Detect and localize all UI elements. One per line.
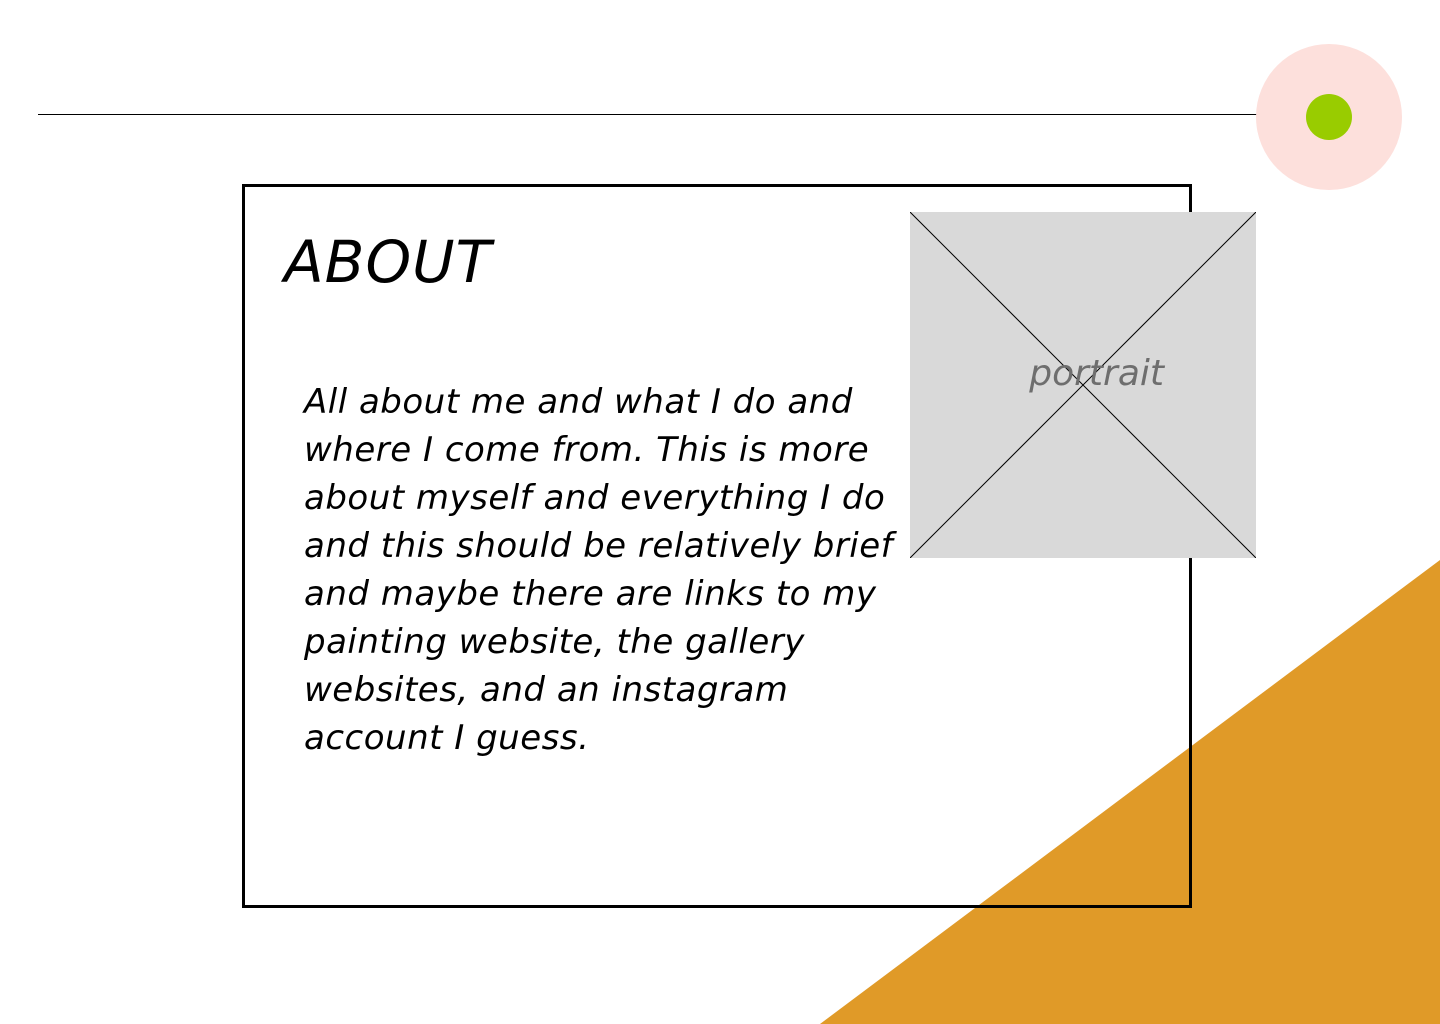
portrait-label: portrait <box>1029 353 1164 394</box>
page-title: ABOUT <box>284 228 492 296</box>
portrait-image-placeholder: portrait <box>910 212 1256 558</box>
menu-button[interactable] <box>1256 44 1402 190</box>
about-page: ABOUT All about me and what I do and whe… <box>0 0 1440 1024</box>
menu-dot-icon <box>1306 94 1352 140</box>
about-description: All about me and what I do and where I c… <box>304 382 894 758</box>
header-divider <box>38 114 1258 115</box>
